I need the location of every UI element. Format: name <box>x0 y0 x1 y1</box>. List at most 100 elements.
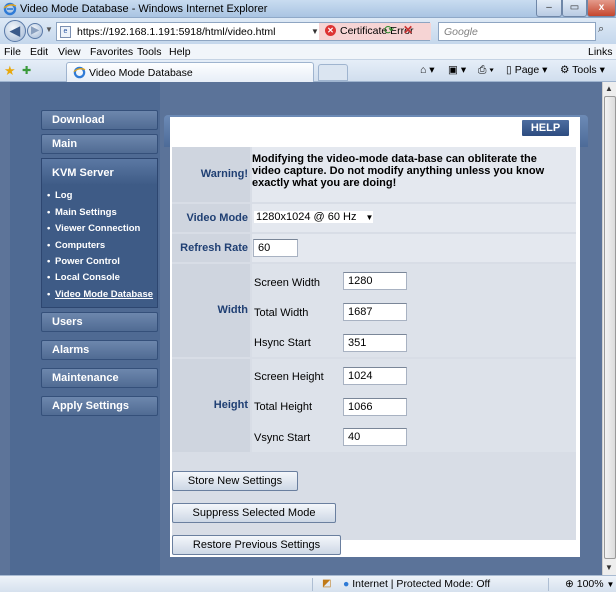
zoom-value: 100% <box>576 578 604 590</box>
refresh-icon[interactable]: ⟳ <box>382 23 396 37</box>
nav-alarms[interactable]: Alarms <box>41 340 158 360</box>
nav-sub-power-control[interactable]: • Power Control <box>47 256 120 267</box>
error-icon: ✕ <box>325 25 336 36</box>
refresh-rate-row: Refresh Rate 60 <box>172 234 576 262</box>
total-height-input[interactable]: 1066 <box>343 398 407 416</box>
menu-view[interactable]: View <box>58 46 81 58</box>
store-new-settings-button[interactable]: Store New Settings <box>172 471 298 491</box>
refresh-rate-label: Refresh Rate <box>172 234 250 262</box>
window-title: Video Mode Database - Windows Internet E… <box>20 3 268 15</box>
vertical-scrollbar[interactable]: ▲ ▼ <box>602 82 616 575</box>
nav-kvm-server-group: KVM Server • Log • Main Settings • Viewer C… <box>41 158 158 308</box>
favorites-star-icon[interactable]: ★ <box>4 63 16 79</box>
total-height-label: Total Height <box>254 401 313 413</box>
zoom-icon: ⊕ <box>565 578 574 590</box>
total-width-label: Total Width <box>254 307 309 319</box>
nav-sub-local-console[interactable]: • Local Console <box>47 272 120 283</box>
width-label: Width <box>172 264 250 357</box>
status-divider <box>548 578 549 591</box>
status-zone: ● Internet | Protected Mode: Off <box>343 578 490 590</box>
page-menu-label: Page <box>514 64 540 76</box>
restore-previous-settings-button[interactable]: Restore Previous Settings <box>172 535 341 555</box>
recent-pages-dropdown-icon[interactable]: ▼ <box>45 25 53 34</box>
refresh-rate-cell <box>252 234 576 262</box>
height-label: Height <box>172 359 250 452</box>
nav-sub-video-mode-database[interactable]: • Video Mode Database <box>47 289 153 300</box>
status-bar: ◩ ● Internet | Protected Mode: Off ⊕ 100… <box>0 575 616 592</box>
home-icon[interactable]: ⌂ ▾ <box>420 64 435 76</box>
add-favorite-icon[interactable]: ✚ <box>22 64 31 77</box>
tools-menu[interactable]: ⚙ Tools ▾ <box>560 64 605 76</box>
nav-sub-log[interactable]: • Log <box>47 190 72 201</box>
window-titlebar: Video Mode Database - Windows Internet E… <box>0 0 616 18</box>
nav-maintenance[interactable]: Maintenance <box>41 368 158 388</box>
hsync-start-input[interactable]: 351 <box>343 334 407 352</box>
zoom-dropdown-icon: ▼ <box>606 580 615 589</box>
search-icon[interactable]: ⌕ <box>598 23 604 36</box>
menu-favorites[interactable]: Favorites <box>90 46 133 58</box>
warning-label: Warning! <box>172 147 250 202</box>
ie-logo-icon <box>3 2 17 16</box>
scroll-up-icon[interactable]: ▲ <box>605 84 613 93</box>
nav-sub-computers[interactable]: • Computers <box>47 240 105 251</box>
vsync-start-input[interactable]: 40 <box>343 428 407 446</box>
screen-height-label: Screen Height <box>254 371 324 383</box>
left-margin <box>0 82 10 575</box>
warning-row: Warning! Modifying the video-mode data-b… <box>172 147 576 202</box>
menu-bar: File Edit View Favorites Tools Help Link… <box>0 44 616 60</box>
nav-sub-main-settings[interactable]: • Main Settings <box>47 207 117 218</box>
address-bar[interactable]: e https://192.168.1.191:5918/html/video.… <box>56 22 431 41</box>
search-input[interactable]: Google <box>438 22 596 41</box>
page-viewport: Download Main KVM Server • Log • Main Sett… <box>0 82 602 575</box>
globe-icon: ● <box>343 578 350 590</box>
video-mode-select[interactable]: 1280x1024 @ 60 Hz ▼ <box>254 211 374 223</box>
ie-tab-icon <box>73 66 86 79</box>
height-group: Height Screen Height 1024 Total Height 1… <box>172 359 576 452</box>
links-menu[interactable]: Links <box>588 46 613 58</box>
address-dropdown-icon[interactable]: ▼ <box>311 27 319 36</box>
close-button[interactable]: x <box>587 0 616 17</box>
maximize-button[interactable]: ▭ <box>562 0 587 17</box>
menu-file[interactable]: File <box>4 46 21 58</box>
screen-width-input[interactable]: 1280 <box>343 272 407 290</box>
menu-edit[interactable]: Edit <box>30 46 48 58</box>
video-mode-row: Video Mode 1280x1024 @ 60 Hz ▼ <box>172 204 576 232</box>
sidebar: Download Main KVM Server • Log • Main Sett… <box>10 82 160 575</box>
new-tab-button[interactable] <box>318 64 348 81</box>
status-zone-text: Internet | Protected Mode: Off <box>352 578 491 590</box>
tools-menu-label: Tools <box>572 64 597 76</box>
search-placeholder: Google <box>444 26 478 38</box>
status-divider <box>312 578 313 591</box>
width-group: Width Screen Width 1280 Total Width 1687… <box>172 264 576 357</box>
nav-download[interactable]: Download <box>41 110 158 130</box>
scroll-thumb[interactable] <box>604 96 616 559</box>
nav-users[interactable]: Users <box>41 312 158 332</box>
minimize-button[interactable]: – <box>536 0 562 17</box>
scroll-down-icon[interactable]: ▼ <box>605 563 613 572</box>
screen-width-label: Screen Width <box>254 277 321 289</box>
page-menu[interactable]: ▯ Page ▾ <box>506 64 547 76</box>
nav-apply-settings[interactable]: Apply Settings <box>41 396 158 416</box>
help-button[interactable]: HELP <box>521 119 570 137</box>
menu-tools[interactable]: Tools <box>137 46 162 58</box>
suppress-selected-mode-button[interactable]: Suppress Selected Mode <box>172 503 336 523</box>
feeds-icon[interactable]: ▣ ▾ <box>448 64 466 76</box>
total-width-input[interactable]: 1687 <box>343 303 407 321</box>
hsync-start-label: Hsync Start <box>254 337 311 349</box>
print-icon[interactable]: ⎙ ▾ <box>478 64 494 77</box>
address-url: https://192.168.1.191:5918/html/video.ht… <box>77 26 276 38</box>
stop-icon[interactable]: ✕ <box>401 23 415 37</box>
back-button[interactable]: ◀ <box>4 20 26 42</box>
nav-main[interactable]: Main <box>41 134 158 154</box>
nav-sub-viewer-connection[interactable]: • Viewer Connection <box>47 223 140 234</box>
refresh-rate-input[interactable]: 60 <box>253 239 298 257</box>
forward-button[interactable]: ▶ <box>27 23 43 39</box>
tab-video-mode-database[interactable]: Video Mode Database <box>66 62 314 82</box>
address-row: ◀ ▶ ▼ e https://192.168.1.191:5918/html/… <box>0 18 616 44</box>
menu-help[interactable]: Help <box>169 46 191 58</box>
nav-kvm-server[interactable]: KVM Server <box>42 159 157 185</box>
screen-height-input[interactable]: 1024 <box>343 367 407 385</box>
page-icon: e <box>60 26 71 38</box>
chevron-down-icon: ▼ <box>365 213 374 222</box>
zoom-level[interactable]: ⊕ 100% ▼ <box>565 578 614 590</box>
